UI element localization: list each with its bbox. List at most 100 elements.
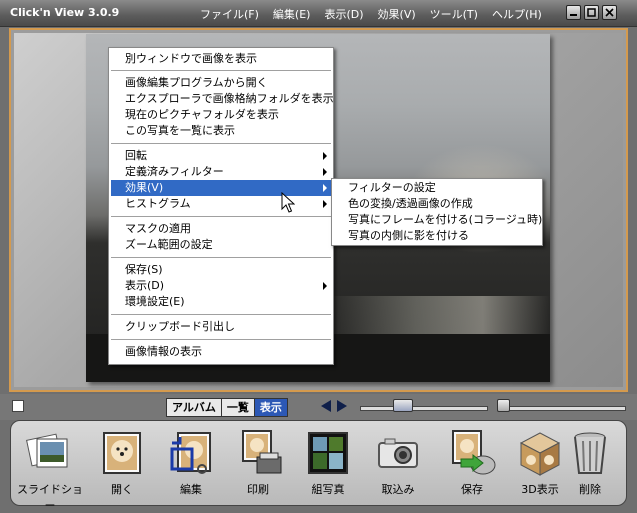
slideshow-slider-track[interactable] [360,406,488,411]
menu-bar: ファイル(F) 編集(E) 表示(D) 効果(V) ツール(T) ヘルプ(H) [200,6,542,22]
ctx-label: ズーム範囲の設定 [125,238,213,251]
photo-set-icon [308,432,348,474]
app-title: Click'n View 3.0.9 [10,6,120,19]
ctx-label: 保存(S) [125,263,163,276]
tool-label: 削除 [579,483,601,496]
menu-separator [111,70,331,72]
view-mode-tabs: アルバム 一覧 表示 [166,398,288,417]
ctx-show-picture-folder[interactable]: 現在のピクチャフォルダを表示 [111,107,331,123]
zoom-slider-thumb[interactable] [497,399,510,412]
ctx-predefined-filter[interactable]: 定義済みフィルター [111,164,331,180]
tool-label: 開く [111,483,133,496]
tool-label: 取込み [381,483,415,496]
menu-separator [111,257,331,259]
submenu-arrow-icon [323,282,327,290]
tool-label: 保存 [461,483,483,496]
slideshow-button[interactable]: スライドショー [15,423,85,512]
ctx-effect[interactable]: 効果(V) [111,180,331,196]
menu-separator [111,143,331,145]
maximize-icon [587,8,596,17]
ctx-show-in-explorer[interactable]: エクスプローラで画像格納フォルダを表示 [111,91,334,107]
photo-set-button[interactable]: 組写真 [293,423,363,503]
effect-submenu: フィルターの設定 色の変換/透過画像の作成 写真にフレームを付ける(コラージュ時… [331,178,543,246]
edit-button[interactable]: 編集 [156,423,226,503]
submenu-arrow-icon [323,168,327,176]
trash-icon [574,432,606,474]
title-bar: Click'n View 3.0.9 ファイル(F) 編集(E) 表示(D) 効… [0,0,637,27]
zoom-slider-track[interactable] [498,406,626,411]
menu-separator [111,339,331,341]
ctx-label: 効果(V) [125,181,164,194]
print-button[interactable]: 印刷 [223,423,293,503]
close-button[interactable] [602,5,617,20]
ctx-label: 表示(D) [125,279,165,292]
ctx-label: この写真を一覧に表示 [125,124,235,137]
ctx-label: エクスプローラで画像格納フォルダを表示 [125,92,334,105]
menu-separator [111,314,331,316]
prev-next-arrows-icon[interactable] [320,399,348,413]
menu-tools[interactable]: ツール(T) [430,6,478,22]
ctx-label: 現在のピクチャフォルダを表示 [125,108,279,121]
tool-label: 印刷 [247,483,269,496]
menu-view[interactable]: 表示(D) [324,6,363,22]
ctx-apply-mask[interactable]: マスクの適用 [111,221,331,237]
control-strip: アルバム 一覧 表示 [0,394,637,420]
edit-icon [170,432,211,474]
tab-show[interactable]: 表示 [253,399,287,416]
print-icon [242,430,282,474]
open-icon [103,432,141,474]
close-icon [605,8,614,17]
menu-edit[interactable]: 編集(E) [273,6,311,22]
ctx-preferences[interactable]: 環境設定(E) [111,294,331,310]
save-icon [452,430,496,475]
import-button[interactable]: 取込み [363,423,433,503]
sub-inner-shadow[interactable]: 写真の内側に影を付ける [334,228,540,244]
tool-label: スライドショー [17,483,83,512]
ctx-save[interactable]: 保存(S) [111,262,331,278]
ctx-label: 回転 [125,149,147,162]
tool-label: 編集 [180,483,202,496]
ctx-label: 別ウィンドウで画像を表示 [125,52,257,65]
context-menu: 別ウィンドウで画像を表示 画像編集プログラムから開く エクスプローラで画像格納フ… [108,47,334,365]
tab-album[interactable]: アルバム [167,399,221,416]
toggle-checkbox[interactable] [12,400,24,412]
ctx-zoom-range[interactable]: ズーム範囲の設定 [111,237,331,253]
ctx-label: 画像編集プログラムから開く [125,76,268,89]
ctx-label: ヒストグラム [125,197,191,210]
submenu-arrow-icon [323,152,327,160]
ctx-histogram[interactable]: ヒストグラム [111,196,331,212]
mouse-cursor-icon [281,192,295,213]
ctx-label: マスクの適用 [125,222,191,235]
sub-filter-settings[interactable]: フィルターの設定 [334,180,540,196]
menu-file[interactable]: ファイル(F) [200,6,259,22]
maximize-button[interactable] [584,5,599,20]
ctx-open-editor[interactable]: 画像編集プログラムから開く [111,75,331,91]
minimize-icon [570,14,577,16]
save-button[interactable]: 保存 [437,423,507,503]
ctx-image-info[interactable]: 画像情報の表示 [111,344,331,360]
open-button[interactable]: 開く [87,423,157,503]
ctx-rotate[interactable]: 回転 [111,148,331,164]
ctx-display[interactable]: 表示(D) [111,278,331,294]
ctx-label: 環境設定(E) [125,295,185,308]
ctx-label: 画像情報の表示 [125,345,202,358]
tab-list[interactable]: 一覧 [220,399,254,416]
submenu-arrow-icon [323,200,327,208]
menu-separator [111,216,331,218]
menu-effect[interactable]: 効果(V) [378,6,416,22]
slideshow-icon [26,433,68,468]
tool-label: 組写真 [311,483,345,496]
sub-add-frame[interactable]: 写真にフレームを付ける(コラージュ時) [334,212,542,228]
submenu-arrow-icon [323,184,327,192]
ctx-show-in-list[interactable]: この写真を一覧に表示 [111,123,331,139]
minimize-button[interactable] [566,5,581,20]
main-toolbar: スライドショー 開く 編集 印刷 組写真 取込み 保存 3D表示 削除 [10,420,627,512]
camera-icon [378,438,418,468]
delete-button[interactable]: 削除 [555,423,625,503]
ctx-open-new-window[interactable]: 別ウィンドウで画像を表示 [111,51,331,67]
slideshow-slider-thumb[interactable] [393,399,413,412]
ctx-label: 定義済みフィルター [125,165,224,178]
sub-color-conversion[interactable]: 色の変換/透過画像の作成 [334,196,540,212]
menu-help[interactable]: ヘルプ(H) [492,6,542,22]
ctx-clipboard[interactable]: クリップボード引出し [111,319,331,335]
